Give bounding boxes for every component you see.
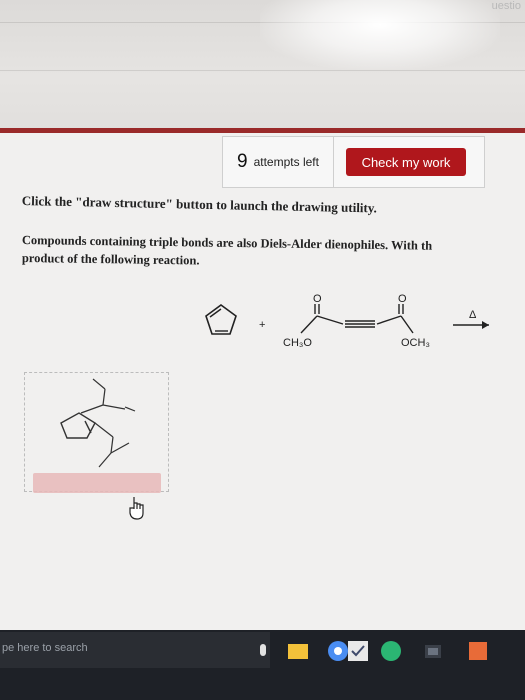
header-background	[0, 0, 525, 130]
corner-label: uestio	[491, 0, 521, 12]
office-icon[interactable]	[465, 638, 491, 664]
microphone-icon[interactable]	[250, 638, 276, 664]
question-text-line2: product of the following reaction.	[21, 251, 200, 268]
check-app-icon[interactable]	[345, 638, 371, 664]
attempts-label: attempts left	[253, 155, 319, 169]
attempts-count: 9	[237, 151, 248, 172]
file-explorer-icon[interactable]	[285, 638, 311, 664]
check-my-work-button[interactable]: Check my work	[346, 148, 466, 176]
search-placeholder: pe here to search	[2, 642, 88, 654]
draw-structure-button[interactable]	[33, 473, 161, 493]
dimethyl-acetylenedicarboxylate-structure	[300, 304, 414, 334]
hand-cursor-icon	[129, 497, 144, 520]
carbonyl-oxygen-left: O	[313, 293, 322, 305]
heat-symbol: Δ	[469, 309, 477, 321]
methoxy-left: CH₃O	[283, 337, 312, 349]
attempts-counter: 9 attempts left	[222, 136, 334, 188]
reaction-scheme: + O CH₃O O OCH₃ Δ	[195, 290, 505, 370]
green-app-icon[interactable]	[378, 638, 404, 664]
carbonyl-oxygen-right: O	[398, 293, 407, 305]
plus-sign: +	[259, 319, 265, 331]
screen-glare	[260, 0, 500, 70]
divider	[0, 70, 525, 71]
check-container: Check my work	[333, 136, 485, 188]
store-icon[interactable]	[420, 638, 446, 664]
methoxy-right: OCH₃	[401, 337, 430, 349]
